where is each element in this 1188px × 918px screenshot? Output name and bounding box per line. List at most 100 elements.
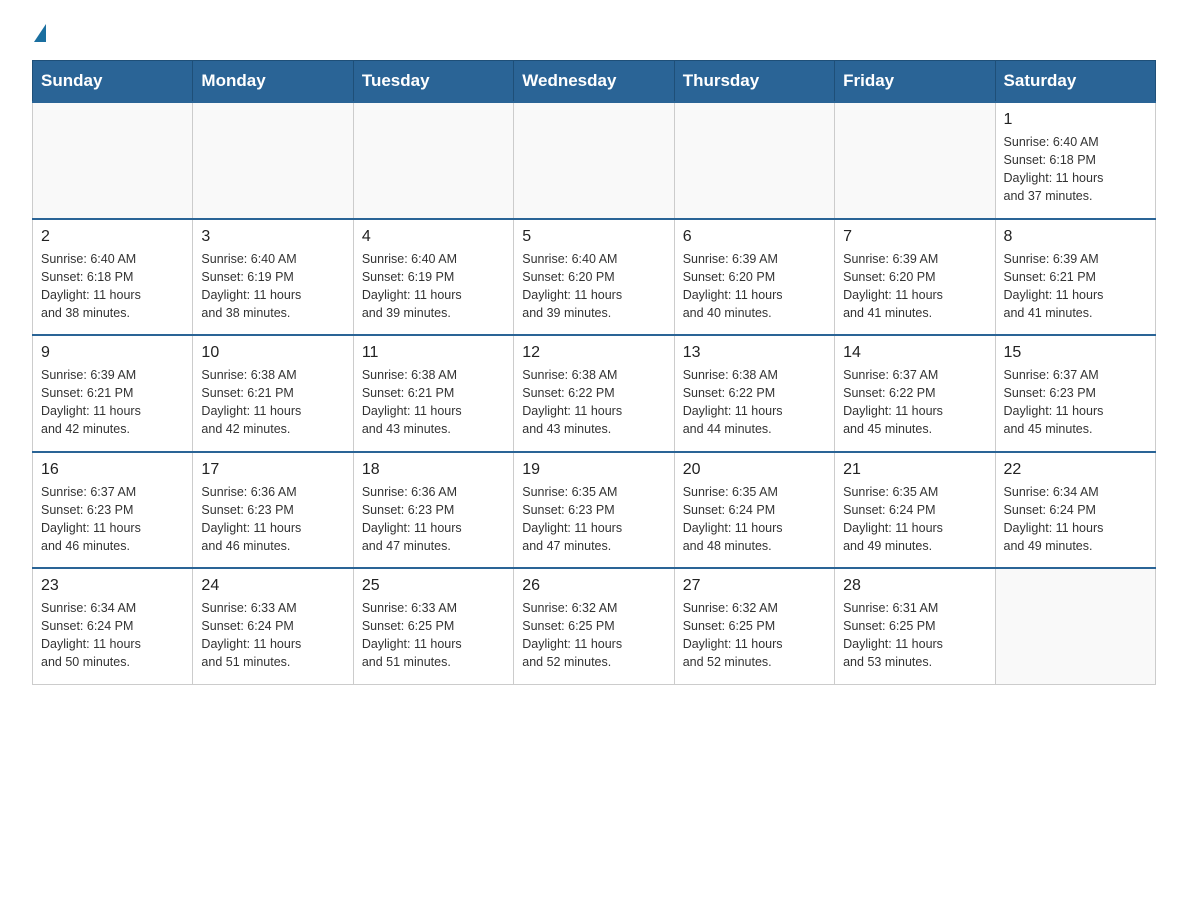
calendar-cell: 8 Sunrise: 6:39 AM Sunset: 6:21 PM Daylig…	[995, 219, 1155, 336]
calendar-cell	[995, 568, 1155, 684]
day-info: Sunrise: 6:31 AM Sunset: 6:25 PM Dayligh…	[843, 599, 986, 672]
day-info: Sunrise: 6:36 AM Sunset: 6:23 PM Dayligh…	[362, 483, 505, 556]
weekday-header-thursday: Thursday	[674, 61, 834, 103]
day-number: 26	[522, 577, 665, 595]
calendar-cell: 19 Sunrise: 6:35 AM Sunset: 6:23 PM Dayli…	[514, 452, 674, 569]
calendar-cell	[835, 102, 995, 219]
day-number: 21	[843, 461, 986, 479]
calendar-cell: 23 Sunrise: 6:34 AM Sunset: 6:24 PM Dayli…	[33, 568, 193, 684]
day-number: 19	[522, 461, 665, 479]
day-info: Sunrise: 6:37 AM Sunset: 6:22 PM Dayligh…	[843, 366, 986, 439]
logo	[32, 24, 48, 44]
day-info: Sunrise: 6:37 AM Sunset: 6:23 PM Dayligh…	[1004, 366, 1147, 439]
day-info: Sunrise: 6:38 AM Sunset: 6:21 PM Dayligh…	[201, 366, 344, 439]
day-info: Sunrise: 6:38 AM Sunset: 6:22 PM Dayligh…	[683, 366, 826, 439]
day-number: 2	[41, 228, 184, 246]
calendar-cell: 27 Sunrise: 6:32 AM Sunset: 6:25 PM Dayli…	[674, 568, 834, 684]
day-info: Sunrise: 6:35 AM Sunset: 6:23 PM Dayligh…	[522, 483, 665, 556]
day-info: Sunrise: 6:40 AM Sunset: 6:19 PM Dayligh…	[362, 250, 505, 323]
day-number: 7	[843, 228, 986, 246]
calendar-cell: 15 Sunrise: 6:37 AM Sunset: 6:23 PM Dayli…	[995, 335, 1155, 452]
day-info: Sunrise: 6:32 AM Sunset: 6:25 PM Dayligh…	[522, 599, 665, 672]
weekday-header-monday: Monday	[193, 61, 353, 103]
calendar-table: SundayMondayTuesdayWednesdayThursdayFrid…	[32, 60, 1156, 685]
day-number: 24	[201, 577, 344, 595]
calendar-cell: 17 Sunrise: 6:36 AM Sunset: 6:23 PM Dayli…	[193, 452, 353, 569]
day-info: Sunrise: 6:39 AM Sunset: 6:20 PM Dayligh…	[683, 250, 826, 323]
calendar-cell: 5 Sunrise: 6:40 AM Sunset: 6:20 PM Daylig…	[514, 219, 674, 336]
day-info: Sunrise: 6:38 AM Sunset: 6:22 PM Dayligh…	[522, 366, 665, 439]
day-number: 27	[683, 577, 826, 595]
weekday-header-sunday: Sunday	[33, 61, 193, 103]
calendar-cell: 24 Sunrise: 6:33 AM Sunset: 6:24 PM Dayli…	[193, 568, 353, 684]
day-number: 20	[683, 461, 826, 479]
calendar-cell	[674, 102, 834, 219]
calendar-cell	[353, 102, 513, 219]
day-number: 14	[843, 344, 986, 362]
page-header	[32, 24, 1156, 44]
calendar-cell: 6 Sunrise: 6:39 AM Sunset: 6:20 PM Daylig…	[674, 219, 834, 336]
day-number: 3	[201, 228, 344, 246]
calendar-cell: 4Sunrise: 6:40 AM Sunset: 6:19 PM Daylig…	[353, 219, 513, 336]
day-info: Sunrise: 6:33 AM Sunset: 6:24 PM Dayligh…	[201, 599, 344, 672]
day-info: Sunrise: 6:40 AM Sunset: 6:18 PM Dayligh…	[41, 250, 184, 323]
calendar-cell: 21Sunrise: 6:35 AM Sunset: 6:24 PM Dayli…	[835, 452, 995, 569]
calendar-cell: 16 Sunrise: 6:37 AM Sunset: 6:23 PM Dayli…	[33, 452, 193, 569]
day-number: 22	[1004, 461, 1147, 479]
weekday-header-friday: Friday	[835, 61, 995, 103]
day-number: 25	[362, 577, 505, 595]
day-number: 13	[683, 344, 826, 362]
calendar-cell: 11 Sunrise: 6:38 AM Sunset: 6:21 PM Dayli…	[353, 335, 513, 452]
calendar-cell: 14 Sunrise: 6:37 AM Sunset: 6:22 PM Dayli…	[835, 335, 995, 452]
day-info: Sunrise: 6:39 AM Sunset: 6:20 PM Dayligh…	[843, 250, 986, 323]
calendar-week-row: 16 Sunrise: 6:37 AM Sunset: 6:23 PM Dayli…	[33, 452, 1156, 569]
calendar-cell	[514, 102, 674, 219]
day-number: 9	[41, 344, 184, 362]
day-number: 15	[1004, 344, 1147, 362]
day-number: 28	[843, 577, 986, 595]
day-info: Sunrise: 6:38 AM Sunset: 6:21 PM Dayligh…	[362, 366, 505, 439]
calendar-cell: 22 Sunrise: 6:34 AM Sunset: 6:24 PM Dayli…	[995, 452, 1155, 569]
calendar-cell: 3Sunrise: 6:40 AM Sunset: 6:19 PM Daylig…	[193, 219, 353, 336]
day-info: Sunrise: 6:39 AM Sunset: 6:21 PM Dayligh…	[1004, 250, 1147, 323]
calendar-cell: 7 Sunrise: 6:39 AM Sunset: 6:20 PM Daylig…	[835, 219, 995, 336]
day-number: 18	[362, 461, 505, 479]
day-info: Sunrise: 6:34 AM Sunset: 6:24 PM Dayligh…	[1004, 483, 1147, 556]
day-info: Sunrise: 6:36 AM Sunset: 6:23 PM Dayligh…	[201, 483, 344, 556]
calendar-cell: 12 Sunrise: 6:38 AM Sunset: 6:22 PM Dayli…	[514, 335, 674, 452]
weekday-header-tuesday: Tuesday	[353, 61, 513, 103]
day-number: 23	[41, 577, 184, 595]
day-number: 16	[41, 461, 184, 479]
day-info: Sunrise: 6:37 AM Sunset: 6:23 PM Dayligh…	[41, 483, 184, 556]
day-info: Sunrise: 6:35 AM Sunset: 6:24 PM Dayligh…	[683, 483, 826, 556]
day-number: 6	[683, 228, 826, 246]
day-info: Sunrise: 6:32 AM Sunset: 6:25 PM Dayligh…	[683, 599, 826, 672]
logo-triangle-icon	[34, 24, 46, 42]
day-number: 17	[201, 461, 344, 479]
day-info: Sunrise: 6:39 AM Sunset: 6:21 PM Dayligh…	[41, 366, 184, 439]
calendar-week-row: 23 Sunrise: 6:34 AM Sunset: 6:24 PM Dayli…	[33, 568, 1156, 684]
weekday-header-saturday: Saturday	[995, 61, 1155, 103]
calendar-cell	[193, 102, 353, 219]
day-number: 10	[201, 344, 344, 362]
day-number: 8	[1004, 228, 1147, 246]
calendar-cell: 26 Sunrise: 6:32 AM Sunset: 6:25 PM Dayli…	[514, 568, 674, 684]
calendar-cell: 28 Sunrise: 6:31 AM Sunset: 6:25 PM Dayli…	[835, 568, 995, 684]
calendar-cell: 10 Sunrise: 6:38 AM Sunset: 6:21 PM Dayli…	[193, 335, 353, 452]
day-number: 11	[362, 344, 505, 362]
day-info: Sunrise: 6:40 AM Sunset: 6:20 PM Dayligh…	[522, 250, 665, 323]
calendar-week-row: 9 Sunrise: 6:39 AM Sunset: 6:21 PM Daylig…	[33, 335, 1156, 452]
calendar-cell: 13 Sunrise: 6:38 AM Sunset: 6:22 PM Dayli…	[674, 335, 834, 452]
calendar-cell	[33, 102, 193, 219]
calendar-week-row: 1 Sunrise: 6:40 AM Sunset: 6:18 PM Daylig…	[33, 102, 1156, 219]
day-info: Sunrise: 6:34 AM Sunset: 6:24 PM Dayligh…	[41, 599, 184, 672]
day-number: 1	[1004, 111, 1147, 129]
calendar-cell: 25 Sunrise: 6:33 AM Sunset: 6:25 PM Dayli…	[353, 568, 513, 684]
day-number: 5	[522, 228, 665, 246]
day-number: 12	[522, 344, 665, 362]
day-info: Sunrise: 6:33 AM Sunset: 6:25 PM Dayligh…	[362, 599, 505, 672]
calendar-cell: 2 Sunrise: 6:40 AM Sunset: 6:18 PM Daylig…	[33, 219, 193, 336]
calendar-cell: 1 Sunrise: 6:40 AM Sunset: 6:18 PM Daylig…	[995, 102, 1155, 219]
weekday-header-row: SundayMondayTuesdayWednesdayThursdayFrid…	[33, 61, 1156, 103]
day-info: Sunrise: 6:40 AM Sunset: 6:18 PM Dayligh…	[1004, 133, 1147, 206]
